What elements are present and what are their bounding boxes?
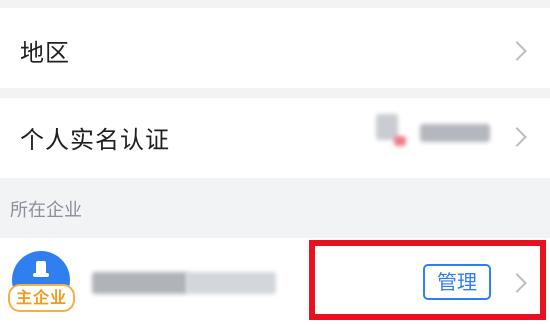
enterprise-name-rest [186,272,276,294]
verification-row[interactable]: 个人实名认证 [0,98,550,178]
primary-enterprise-badge: 主企业 [8,284,76,312]
chevron-right-icon [507,127,527,147]
highlight-annotation-box [309,240,546,320]
pin-base-icon [33,273,49,277]
enterprise-section-title: 所在企业 [10,200,82,221]
enterprise-name [92,272,188,294]
chevron-right-icon [507,41,527,61]
region-row[interactable]: 地区 [0,8,550,88]
verification-label: 个人实名认证 [20,126,170,154]
verification-status-text [420,124,490,142]
verification-status-icon-dot [394,136,406,146]
region-label: 地区 [20,39,70,67]
